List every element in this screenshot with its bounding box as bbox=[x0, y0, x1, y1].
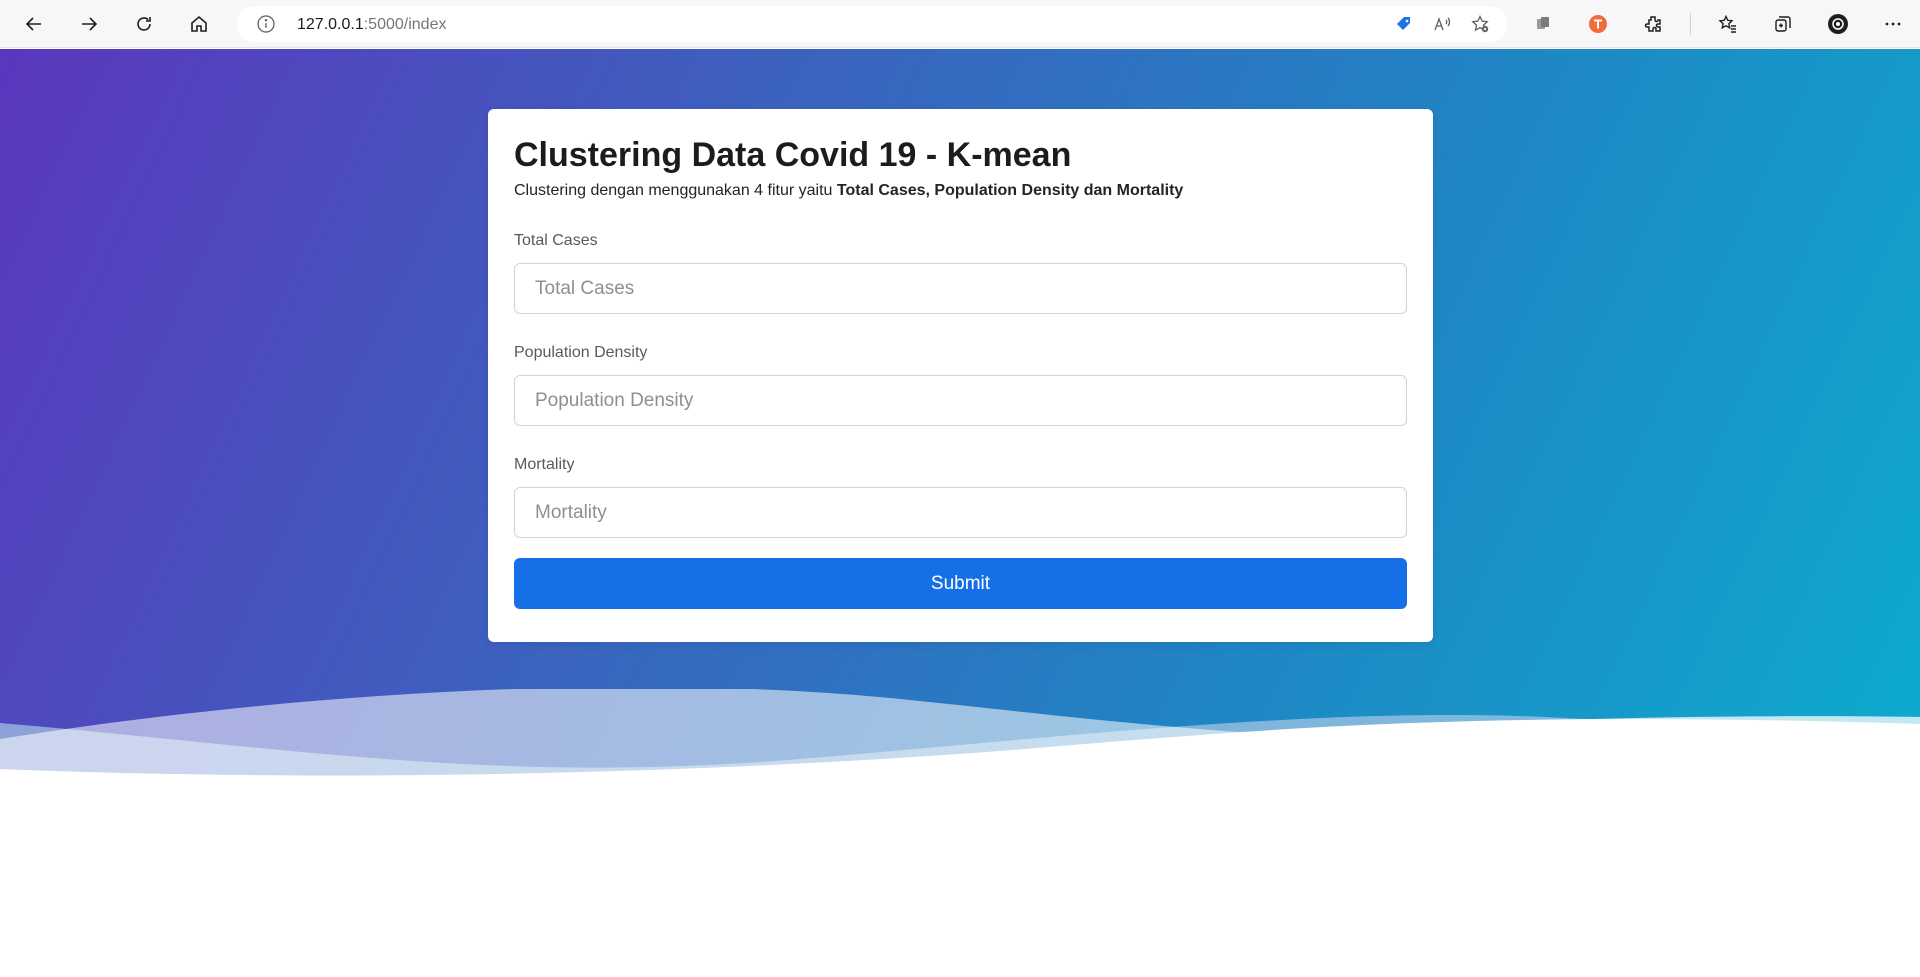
home-icon[interactable] bbox=[181, 6, 217, 42]
toolbar-separator bbox=[1690, 13, 1691, 35]
back-icon[interactable] bbox=[16, 6, 52, 42]
url-host: 127.0.0.1 bbox=[297, 16, 364, 33]
address-bar[interactable]: 127.0.0.1:5000/index bbox=[236, 6, 1508, 42]
url-text: 127.0.0.1:5000/index bbox=[297, 16, 446, 34]
page-background: Clustering Data Covid 19 - K-mean Cluste… bbox=[0, 49, 1920, 977]
population-density-input[interactable] bbox=[514, 375, 1407, 426]
address-bar-actions bbox=[1390, 10, 1494, 38]
read-aloud-icon[interactable] bbox=[1428, 10, 1456, 38]
page-title: Clustering Data Covid 19 - K-mean bbox=[514, 136, 1072, 174]
collections-icon[interactable] bbox=[1765, 6, 1801, 42]
url-path: :5000/index bbox=[363, 16, 447, 33]
extension-icon[interactable] bbox=[1525, 6, 1561, 42]
favorites-icon[interactable] bbox=[1710, 6, 1746, 42]
subtitle-text: Clustering dengan menggunakan 4 fitur ya… bbox=[514, 182, 833, 199]
total-cases-input[interactable] bbox=[514, 263, 1407, 314]
browser-toolbar: 127.0.0.1:5000/index bbox=[0, 0, 1920, 48]
wave-decoration bbox=[0, 689, 1920, 977]
subtitle-features: Total Cases, Population Density dan Mort… bbox=[836, 182, 1184, 199]
extensions-icon[interactable] bbox=[1635, 6, 1671, 42]
profile-extension-icon[interactable] bbox=[1580, 6, 1616, 42]
refresh-icon[interactable] bbox=[126, 6, 162, 42]
add-favorite-icon[interactable] bbox=[1466, 10, 1494, 38]
account-icon[interactable] bbox=[1820, 6, 1856, 42]
form-card: Clustering Data Covid 19 - K-mean Cluste… bbox=[488, 109, 1433, 642]
submit-button[interactable]: Submit bbox=[514, 558, 1407, 609]
population-density-label: Population Density bbox=[514, 344, 648, 361]
price-tag-icon[interactable] bbox=[1390, 10, 1418, 38]
toolbar-actions bbox=[1525, 6, 1911, 42]
forward-icon[interactable] bbox=[71, 6, 107, 42]
mortality-input[interactable] bbox=[514, 487, 1407, 538]
page-subtitle: Clustering dengan menggunakan 4 fitur ya… bbox=[514, 181, 1407, 201]
mortality-label: Mortality bbox=[514, 456, 575, 473]
more-icon[interactable] bbox=[1875, 6, 1911, 42]
nav-buttons bbox=[16, 6, 217, 42]
site-info-icon[interactable] bbox=[256, 14, 276, 34]
total-cases-label: Total Cases bbox=[514, 232, 598, 249]
